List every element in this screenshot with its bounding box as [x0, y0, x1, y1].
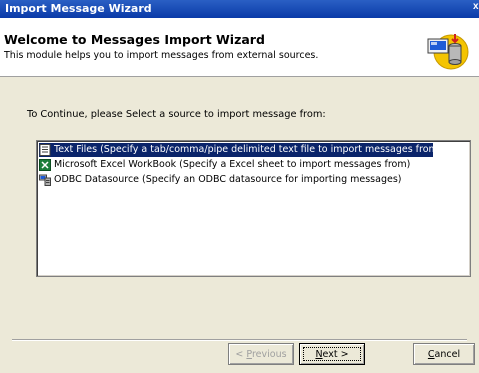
page-subtitle: This module helps you to import messages…: [4, 50, 319, 61]
cancel-button[interactable]: Cancel: [413, 343, 475, 365]
source-item-label: Text Files (Specify a tab/comma/pipe del…: [54, 144, 442, 155]
close-icon[interactable]: x: [473, 1, 479, 17]
source-item-label: Microsoft Excel WorkBook (Specify a Exce…: [54, 159, 411, 170]
import-wizard-window: Import Message Wizard x Welcome to Messa…: [0, 0, 479, 373]
source-prompt: To Continue, please Select a source to i…: [27, 109, 326, 120]
text-file-icon: [39, 144, 51, 156]
page-title: Welcome to Messages Import Wizard: [4, 32, 265, 47]
cancel-button-label: ancel: [434, 349, 461, 360]
title-bar: Import Message Wizard x: [0, 0, 479, 18]
database-import-icon: [427, 34, 469, 70]
odbc-datasource-icon: [39, 174, 51, 186]
excel-icon: [39, 159, 51, 171]
footer-divider: [12, 339, 467, 341]
back-button-prefix: <: [235, 349, 247, 360]
focus-rect: [303, 347, 361, 361]
source-item-label: ODBC Datasource (Specify an ODBC datasou…: [54, 174, 402, 185]
back-button-label: revious: [251, 349, 287, 360]
window-title: Import Message Wizard: [5, 2, 152, 15]
next-button[interactable]: Next >: [299, 343, 365, 365]
wizard-header: Welcome to Messages Import Wizard This m…: [0, 18, 479, 77]
source-item-text-files[interactable]: Text Files (Specify a tab/comma/pipe del…: [39, 143, 442, 157]
cancel-button-accel: C: [427, 349, 435, 360]
back-button[interactable]: < Previous: [228, 343, 294, 365]
source-listbox[interactable]: Text Files (Specify a tab/comma/pipe del…: [36, 140, 471, 277]
